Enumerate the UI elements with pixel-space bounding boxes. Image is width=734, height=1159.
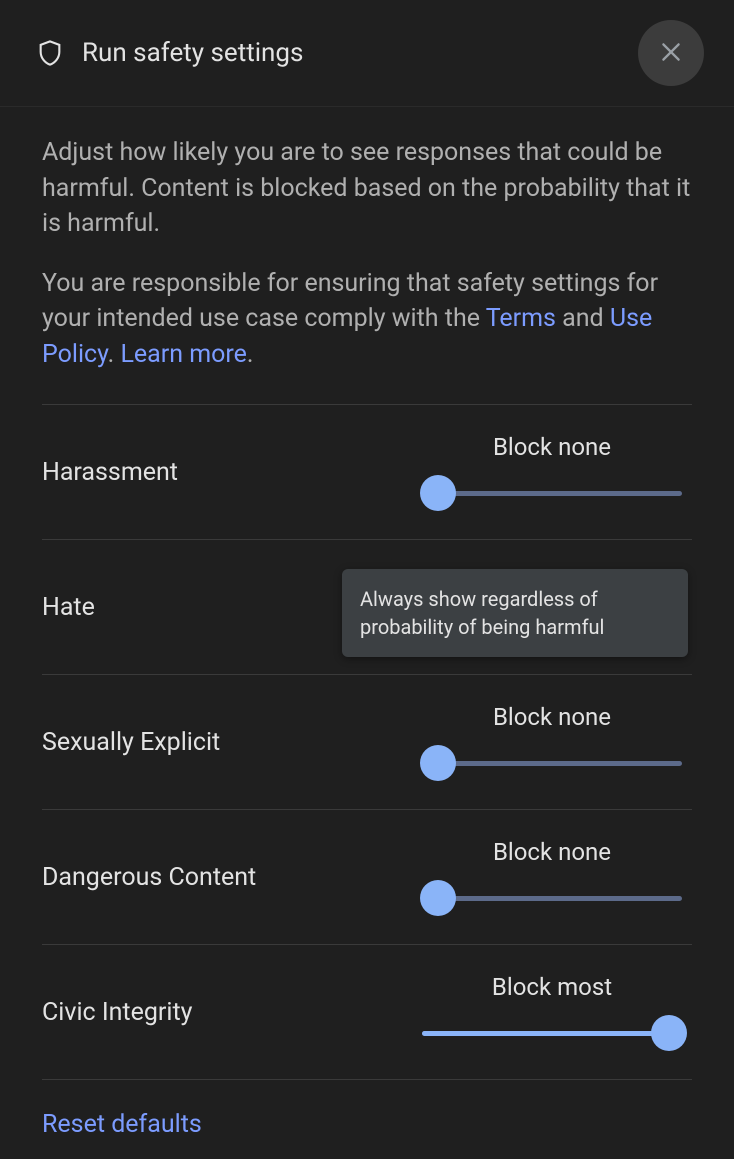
slider-value-label: Block most bbox=[492, 973, 612, 1001]
terms-link[interactable]: Terms bbox=[486, 304, 556, 333]
sexually-explicit-slider[interactable] bbox=[422, 745, 682, 781]
description-para-1: Adjust how likely you are to see respons… bbox=[42, 135, 692, 242]
reset-defaults-link[interactable]: Reset defaults bbox=[42, 1080, 202, 1159]
slider-track bbox=[422, 1031, 682, 1036]
slider-value-label: Block none bbox=[493, 838, 611, 866]
dangerous-content-slider[interactable] bbox=[422, 880, 682, 916]
slider-fill bbox=[422, 1031, 669, 1036]
dialog-title: Run safety settings bbox=[82, 38, 638, 68]
slider-track bbox=[422, 896, 682, 901]
slider-value-label: Block none bbox=[493, 703, 611, 731]
civic-integrity-slider[interactable] bbox=[422, 1015, 682, 1051]
description: Adjust how likely you are to see respons… bbox=[42, 135, 692, 372]
setting-row-civic-integrity: Civic Integrity Block most bbox=[42, 945, 692, 1080]
slider-group: Block none bbox=[412, 433, 692, 511]
slider-group: Block most bbox=[412, 973, 692, 1051]
slider-thumb[interactable] bbox=[420, 475, 456, 511]
slider-tooltip: Always show regardless of probability of… bbox=[342, 569, 688, 657]
slider-value-label: Block none bbox=[493, 433, 611, 461]
setting-row-harassment: Harassment Block none bbox=[42, 405, 692, 540]
settings-list: Harassment Block none Hate Block none bbox=[42, 404, 692, 1080]
slider-thumb[interactable] bbox=[420, 745, 456, 781]
dialog-header: Run safety settings bbox=[0, 0, 734, 107]
description-para-2: You are responsible for ensuring that sa… bbox=[42, 266, 692, 373]
setting-label: Sexually Explicit bbox=[42, 728, 412, 757]
slider-thumb[interactable] bbox=[420, 880, 456, 916]
slider-thumb[interactable] bbox=[651, 1015, 687, 1051]
close-icon bbox=[658, 39, 684, 68]
slider-track bbox=[422, 491, 682, 496]
setting-row-dangerous-content: Dangerous Content Block none bbox=[42, 810, 692, 945]
harassment-slider[interactable] bbox=[422, 475, 682, 511]
description-period1: . bbox=[108, 340, 121, 369]
setting-label: Dangerous Content bbox=[42, 863, 412, 892]
learn-more-link[interactable]: Learn more bbox=[120, 340, 246, 369]
slider-group: Block none bbox=[412, 838, 692, 916]
shield-icon bbox=[36, 39, 64, 67]
description-period2: . bbox=[247, 340, 254, 369]
slider-group: Block none bbox=[412, 703, 692, 781]
close-button[interactable] bbox=[638, 20, 704, 86]
description-and: and bbox=[556, 304, 610, 333]
slider-track bbox=[422, 761, 682, 766]
setting-label: Harassment bbox=[42, 458, 412, 487]
setting-label: Civic Integrity bbox=[42, 998, 412, 1027]
setting-row-sexually-explicit: Sexually Explicit Block none bbox=[42, 675, 692, 810]
